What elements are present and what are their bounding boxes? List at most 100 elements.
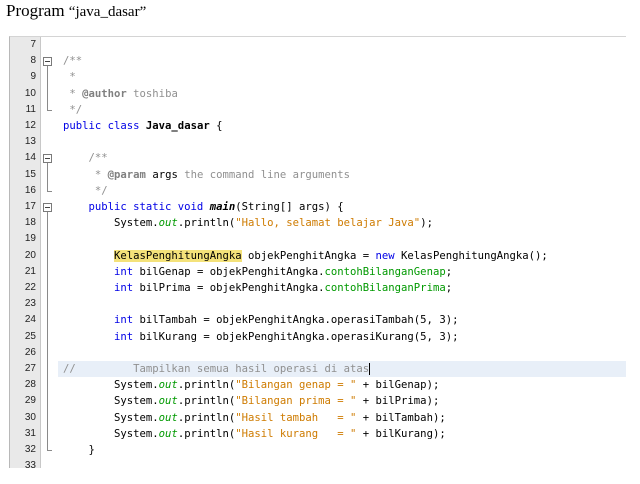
code-line[interactable]: 28 System.out.println("Bilangan genap = … (25, 377, 626, 393)
code-text: System.out.println("Hasil tambah = " + b… (63, 410, 446, 426)
code-token: out (158, 379, 178, 392)
code-line[interactable]: 17 public static void main(String[] args… (25, 199, 626, 215)
line-number: 21 (24, 265, 36, 277)
code-text: KelasPenghitungAngka objekPenghitAngka =… (63, 248, 548, 264)
code-line[interactable]: 22 int bilPrima = objekPenghitAngka.cont… (25, 280, 626, 296)
code-line[interactable]: 23 (25, 296, 626, 312)
code-line[interactable]: 33 (25, 458, 626, 468)
code-token: int (114, 265, 134, 278)
code-token: KelasPenghitungAngka (114, 249, 242, 262)
code-line[interactable]: 18 System.out.println("Hallo, selamat be… (25, 215, 626, 231)
fold-collapse-icon[interactable] (43, 57, 52, 67)
code-token: "Hasil tambah = " (235, 411, 357, 424)
code-token: .println( (177, 395, 236, 408)
code-token: contohBilanganGenap (324, 265, 446, 278)
title-prefix: Program (6, 1, 65, 20)
code-line[interactable]: 30 System.out.println("Hasil tambah = " … (25, 410, 626, 426)
code-line[interactable]: 21 int bilGenap = objekPenghitAngka.cont… (25, 264, 626, 280)
code-text: */ (63, 183, 108, 199)
line-number: 14 (24, 152, 36, 164)
code-token: System. (63, 395, 159, 408)
code-token: } (63, 444, 95, 456)
line-number: 9 (30, 71, 36, 83)
line-number: 18 (24, 217, 36, 229)
code-line[interactable]: 15 * @param args the command line argume… (25, 167, 626, 183)
code-token: the command line arguments (177, 168, 351, 181)
code-token: KelasPenghitungAngka(); (394, 249, 548, 262)
code-text: */ (63, 102, 82, 118)
code-text: } (63, 442, 95, 458)
fold-end-marker (47, 450, 52, 451)
line-number: 31 (24, 427, 36, 439)
code-text: int bilKurang = objekPenghitAngka.operas… (63, 329, 458, 345)
code-line[interactable]: 31 System.out.println("Hasil kurang = " … (25, 426, 626, 442)
fold-end-marker (47, 190, 52, 192)
code-token: + bilPrima); (356, 395, 440, 408)
code-line[interactable]: 24 int bilTambah = objekPenghitAngka.ope… (25, 312, 626, 328)
code-text: System.out.println("Hallo, selamat belaj… (63, 215, 433, 231)
code-token: */ (63, 103, 83, 116)
code-token: (String[] args) { (235, 201, 344, 213)
line-number: 28 (24, 379, 36, 391)
code-line[interactable]: 25 int bilKurang = objekPenghitAngka.ope… (25, 329, 626, 345)
code-line[interactable]: 11 */ (26, 66, 626, 118)
code-token: + bilTambah); (356, 411, 446, 424)
code-line[interactable]: 10 * @author toshiba (25, 86, 626, 102)
code-token: @param (107, 168, 146, 181)
code-token: toshiba (126, 87, 178, 100)
fold-collapse-icon[interactable] (43, 154, 52, 164)
line-number: 13 (24, 136, 36, 148)
fold-guide-line (47, 163, 48, 191)
code-token: "Bilangan prima = " (235, 395, 357, 408)
code-token: main (209, 201, 236, 213)
fold-margin (41, 37, 57, 468)
code-token: ; (445, 265, 453, 278)
code-token: ); (420, 217, 433, 230)
code-line[interactable]: 20 KelasPenghitungAngka objekPenghitAngk… (25, 248, 626, 264)
code-token: out (158, 411, 178, 424)
code-line[interactable]: 12 public class Java_dasar { (25, 118, 626, 134)
code-line[interactable]: 7 (30, 37, 626, 53)
code-line[interactable]: 13 (25, 134, 626, 150)
code-token: /** (63, 152, 108, 165)
code-token: bilGenap = objekPenghitAngka. (133, 265, 325, 278)
code-token: System. (63, 411, 159, 424)
line-number: 33 (24, 460, 36, 468)
line-number: 27 (24, 363, 36, 374)
code-line[interactable]: 26 (25, 345, 626, 361)
code-line[interactable]: 27 // Tampilkan semua hasil operasi di at… (25, 361, 626, 378)
line-number: 23 (24, 298, 36, 310)
code-line[interactable]: 32 } (25, 212, 626, 458)
line-number: 10 (24, 87, 36, 99)
code-line[interactable]: 8 /** (30, 53, 626, 69)
code-line[interactable]: 16 */ (25, 163, 626, 199)
code-token: contohBilanganPrima (324, 282, 446, 294)
code-token: bilTambah = objekPenghitAngka.operasiTam… (133, 314, 459, 327)
fold-collapse-icon[interactable] (43, 203, 52, 212)
code-token: * (63, 168, 108, 181)
text-caret (369, 363, 371, 375)
code-editor[interactable]: 7 8/** 9 * 10 * @author toshiba 11 */12 publi… (9, 36, 626, 468)
code-token: * (63, 71, 76, 84)
code-text: System.out.println("Bilangan prima = " +… (63, 393, 439, 409)
code-line[interactable]: 14 /** (25, 150, 626, 166)
code-line[interactable]: 9 * (30, 69, 626, 85)
code-token: new (375, 249, 395, 262)
code-token: // Tampilkan semua hasil operasi di atas (63, 363, 370, 375)
code-token: "Bilangan genap = " (235, 379, 357, 392)
code-token: "Hallo, selamat belajar Java" (235, 217, 421, 230)
code-area[interactable]: 7 8/** 9 * 10 * @author toshiba 11 */12 publi… (25, 37, 626, 468)
code-line[interactable]: 19 (25, 231, 626, 247)
code-token: args (145, 168, 178, 181)
document-title: Program “java_dasar” (6, 0, 146, 22)
fold-end-marker (47, 109, 52, 111)
code-token: */ (63, 184, 108, 197)
code-token: System. (63, 427, 159, 440)
code-line[interactable]: 29 System.out.println("Bilangan prima = … (25, 393, 626, 409)
line-number: 12 (24, 120, 36, 131)
code-token: * (63, 87, 83, 100)
line-number: 22 (24, 282, 36, 293)
code-token: @author (82, 87, 127, 100)
